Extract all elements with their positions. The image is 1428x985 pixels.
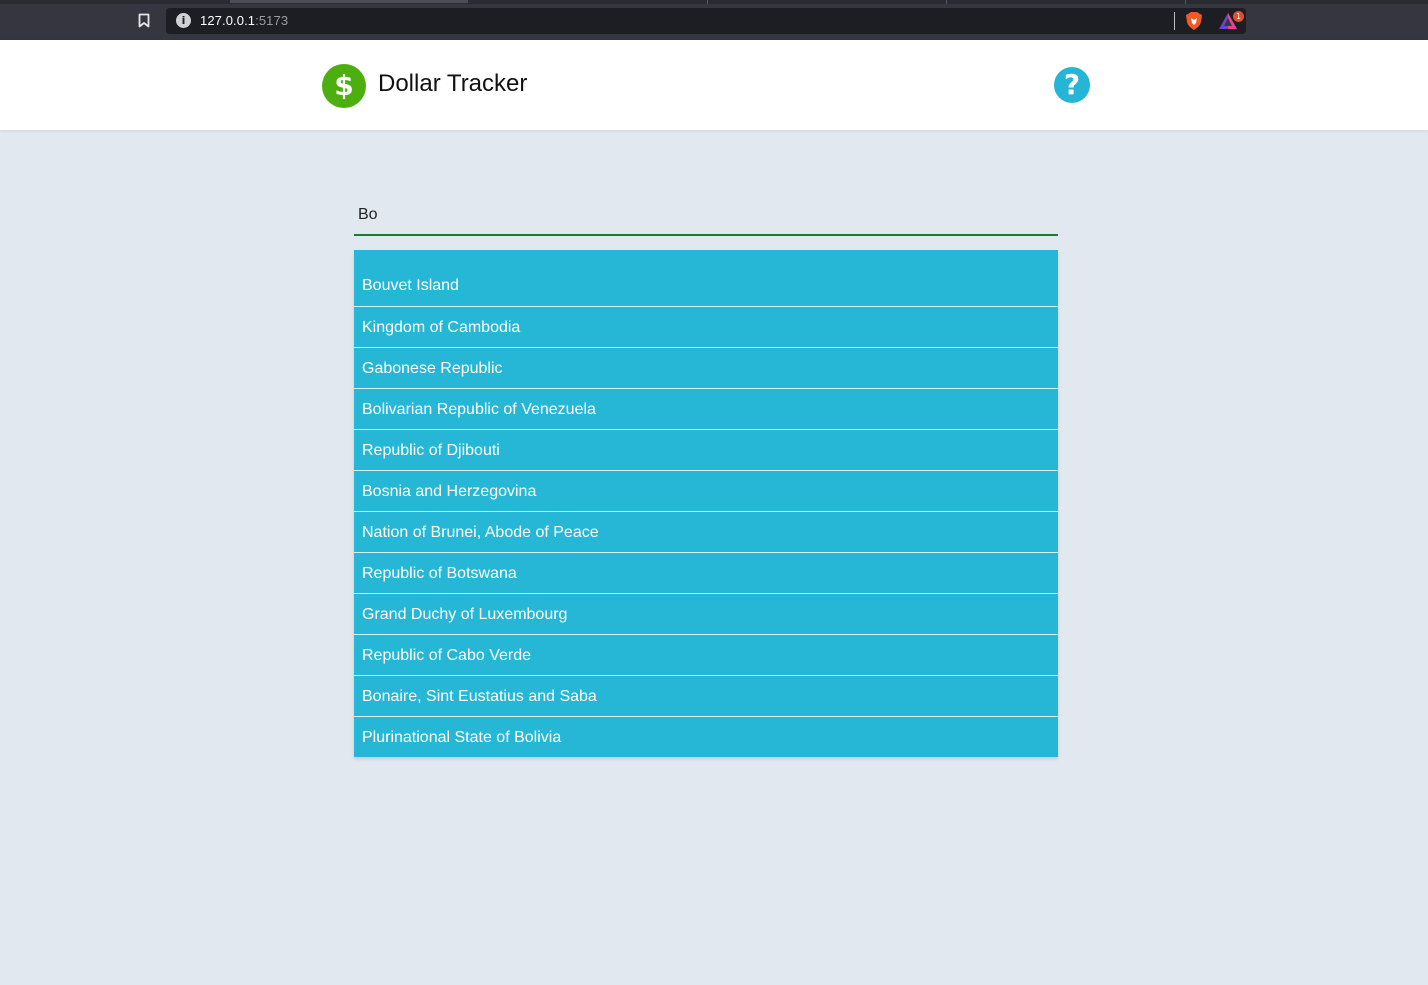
result-item[interactable]: Gabonese Republic (354, 348, 1058, 389)
url-text[interactable]: 127.0.0.1:5173 (200, 13, 288, 28)
search-results-list: Bouvet Island Kingdom of Cambodia Gabone… (354, 250, 1058, 757)
result-item[interactable]: Bolivarian Republic of Venezuela (354, 389, 1058, 430)
result-item[interactable]: Plurinational State of Bolivia (354, 717, 1058, 758)
app-title: Dollar Tracker (378, 70, 528, 97)
tab-separator (946, 0, 947, 4)
bookmark-icon[interactable] (138, 13, 150, 28)
result-item[interactable]: Republic of Djibouti (354, 430, 1058, 471)
url-port: :5173 (255, 13, 289, 28)
result-item[interactable]: Nation of Brunei, Abode of Peace (354, 512, 1058, 553)
tab-separator (1185, 0, 1186, 4)
result-item[interactable]: Bosnia and Herzegovina (354, 471, 1058, 512)
app-header (0, 40, 1428, 130)
rewards-count-badge: 1 (1233, 11, 1244, 22)
search-field (354, 196, 1058, 236)
address-bar-divider (1174, 12, 1175, 30)
result-item[interactable]: Republic of Cabo Verde (354, 635, 1058, 676)
url-host: 127.0.0.1 (200, 13, 256, 28)
result-item[interactable]: Republic of Botswana (354, 553, 1058, 594)
brave-shields-icon[interactable] (1185, 11, 1203, 31)
site-info-icon[interactable]: i (176, 13, 191, 28)
dollar-logo-icon: $ (322, 64, 366, 108)
tab-strip (0, 0, 1428, 4)
help-button[interactable]: ? (1054, 67, 1090, 103)
active-tab[interactable] (230, 0, 468, 3)
tab-separator (707, 0, 708, 4)
country-search-input[interactable] (354, 196, 1058, 234)
result-item[interactable]: Bouvet Island (354, 250, 1058, 306)
result-item[interactable]: Grand Duchy of Luxembourg (354, 594, 1058, 635)
result-item[interactable]: Kingdom of Cambodia (354, 307, 1058, 348)
result-item[interactable]: Bonaire, Sint Eustatius and Saba (354, 676, 1058, 717)
address-bar[interactable] (166, 8, 1246, 34)
